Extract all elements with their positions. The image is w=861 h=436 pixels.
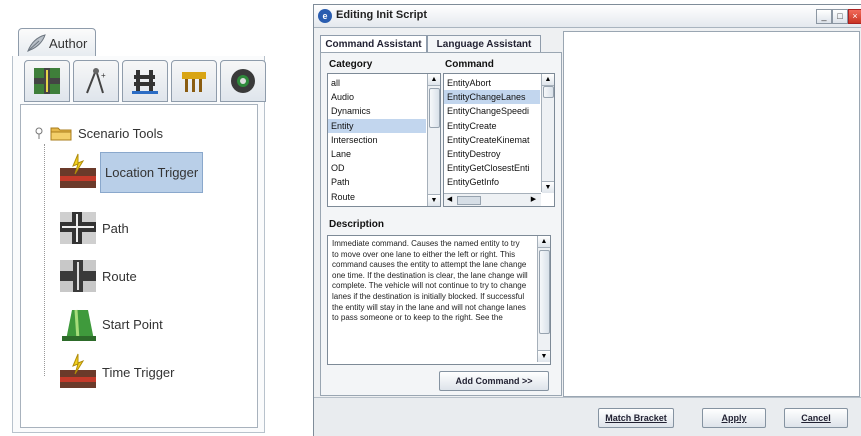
tree-item-time-trigger[interactable]: Time Trigger [58,350,176,394]
svg-text:+: + [101,71,106,80]
command-hscrollbar[interactable]: ◀ ▶ [444,193,541,206]
command-list-item[interactable]: EntityAbort [444,76,540,90]
description-box[interactable]: Immediate command. Causes the named enti… [327,235,551,365]
app-logo-icon: e [318,9,332,23]
start-point-icon [58,304,98,344]
scroll-down-arrow-icon[interactable]: ▼ [428,194,440,206]
command-list-item[interactable]: EntityChangeSpeedi [444,104,540,118]
tree-root-label: Scenario Tools [78,125,164,141]
command-list-item[interactable]: EntityCreate [444,119,540,133]
category-list-item[interactable]: Route [328,190,426,204]
tool-tab-sign[interactable] [171,60,217,102]
description-text: Immediate command. Causes the named enti… [332,239,528,323]
scrollbar-thumb[interactable] [543,86,554,98]
maximize-button[interactable]: □ [832,9,848,24]
tree-item-label: Location Trigger [100,151,204,193]
dialog-button-bar: Match Bracket Apply Cancel [314,397,861,436]
sign-icon [182,72,206,92]
cancel-button[interactable]: Cancel [784,408,848,428]
editing-dialog: e Editing Init Script _ □ × Command Assi… [313,4,861,436]
category-scrollbar[interactable]: ▲ ▼ [427,74,440,206]
tool-tab-tire[interactable] [220,60,266,102]
command-assistant-panel: Category Command all Audio Dynamics Entity I… [320,52,562,396]
minimize-button[interactable]: _ [816,9,832,24]
script-editor[interactable] [563,31,860,397]
tree-handle-icon [35,127,43,139]
tool-tab-barrier[interactable] [122,60,168,102]
tab-command-assistant[interactable]: Command Assistant [320,35,427,53]
scroll-down-arrow-icon[interactable]: ▼ [538,350,550,362]
scroll-up-arrow-icon[interactable]: ▲ [542,74,554,86]
tree-item-route[interactable]: Route [58,254,139,298]
tree-connector [44,144,45,376]
category-list-item[interactable]: Lane [328,147,426,161]
compass-icon: + [86,68,106,94]
scroll-right-arrow-icon[interactable]: ▶ [528,194,539,206]
command-list-item[interactable]: EntityCreateKinemat [444,133,540,147]
tab-language-assistant[interactable]: Language Assistant [427,35,541,53]
command-list-item[interactable]: EntityGetClosestEnti [444,161,540,175]
category-list-item[interactable]: Intersection [328,133,426,147]
category-list[interactable]: all Audio Dynamics Entity Intersection Lane OD… [327,73,441,207]
scroll-up-arrow-icon[interactable]: ▲ [538,236,550,248]
tool-tab-road[interactable] [24,60,70,102]
command-scrollbar[interactable]: ▲ ▼ [541,74,554,193]
close-button[interactable]: × [848,9,861,24]
command-header: Command [445,59,494,70]
category-list-item[interactable]: Dynamics [328,104,426,118]
category-list-item[interactable]: Path [328,175,426,189]
scrollbar-thumb[interactable] [429,88,440,128]
tree-item-start-point[interactable]: Start Point [58,302,165,346]
location-trigger-icon [58,152,98,192]
barrier-icon [132,70,158,94]
tree-item-label: Start Point [102,316,163,332]
author-tab[interactable]: Author [18,28,96,57]
description-header: Description [329,219,385,230]
command-list-item[interactable]: EntityGetInfo [444,175,540,189]
command-list-item[interactable]: EntityDestroy [444,147,540,161]
tree-item-path[interactable]: Path [58,206,131,250]
scrollbar-thumb[interactable] [539,250,550,334]
category-list-item[interactable]: Audio [328,90,426,104]
scroll-down-arrow-icon[interactable]: ▼ [542,181,554,193]
window-title: Editing Init Script [336,9,428,21]
tree-item-label: Route [102,268,137,284]
route-icon [58,256,98,296]
author-tab-label: Author [49,36,88,51]
folder-icon [50,127,72,141]
title-bar[interactable]: e Editing Init Script _ □ × [314,5,861,28]
description-scrollbar[interactable]: ▲ ▼ [537,236,550,362]
close-icon: × [852,11,858,21]
command-list-item[interactable]: EntityChangeLanes [444,90,540,105]
feather-icon [27,34,46,53]
category-list-item[interactable]: OD [328,161,426,175]
match-bracket-button[interactable]: Match Bracket [598,408,674,428]
scroll-up-arrow-icon[interactable]: ▲ [428,74,440,86]
tree-item-label: Time Trigger [102,364,175,380]
tree-item-location-trigger[interactable]: Location Trigger [58,150,204,194]
tree-item-label: Path [102,220,129,236]
time-trigger-icon [58,352,98,392]
add-command-button[interactable]: Add Command >> [439,371,549,391]
command-list[interactable]: EntityAbort EntityChangeLanes EntityChange… [443,73,555,207]
category-list-item[interactable]: Entity [328,118,426,133]
category-header: Category [329,59,373,70]
tool-tab-compass[interactable]: + [73,60,119,102]
hscrollbar-thumb[interactable] [457,196,481,205]
road-tile-icon [34,68,60,94]
apply-button[interactable]: Apply [702,408,766,428]
tree-root-scenario-tools[interactable]: Scenario Tools [34,122,163,144]
scroll-left-arrow-icon[interactable]: ◀ [444,194,455,206]
tire-icon [231,69,255,93]
path-icon [58,208,98,248]
category-list-item[interactable]: all [328,76,426,90]
